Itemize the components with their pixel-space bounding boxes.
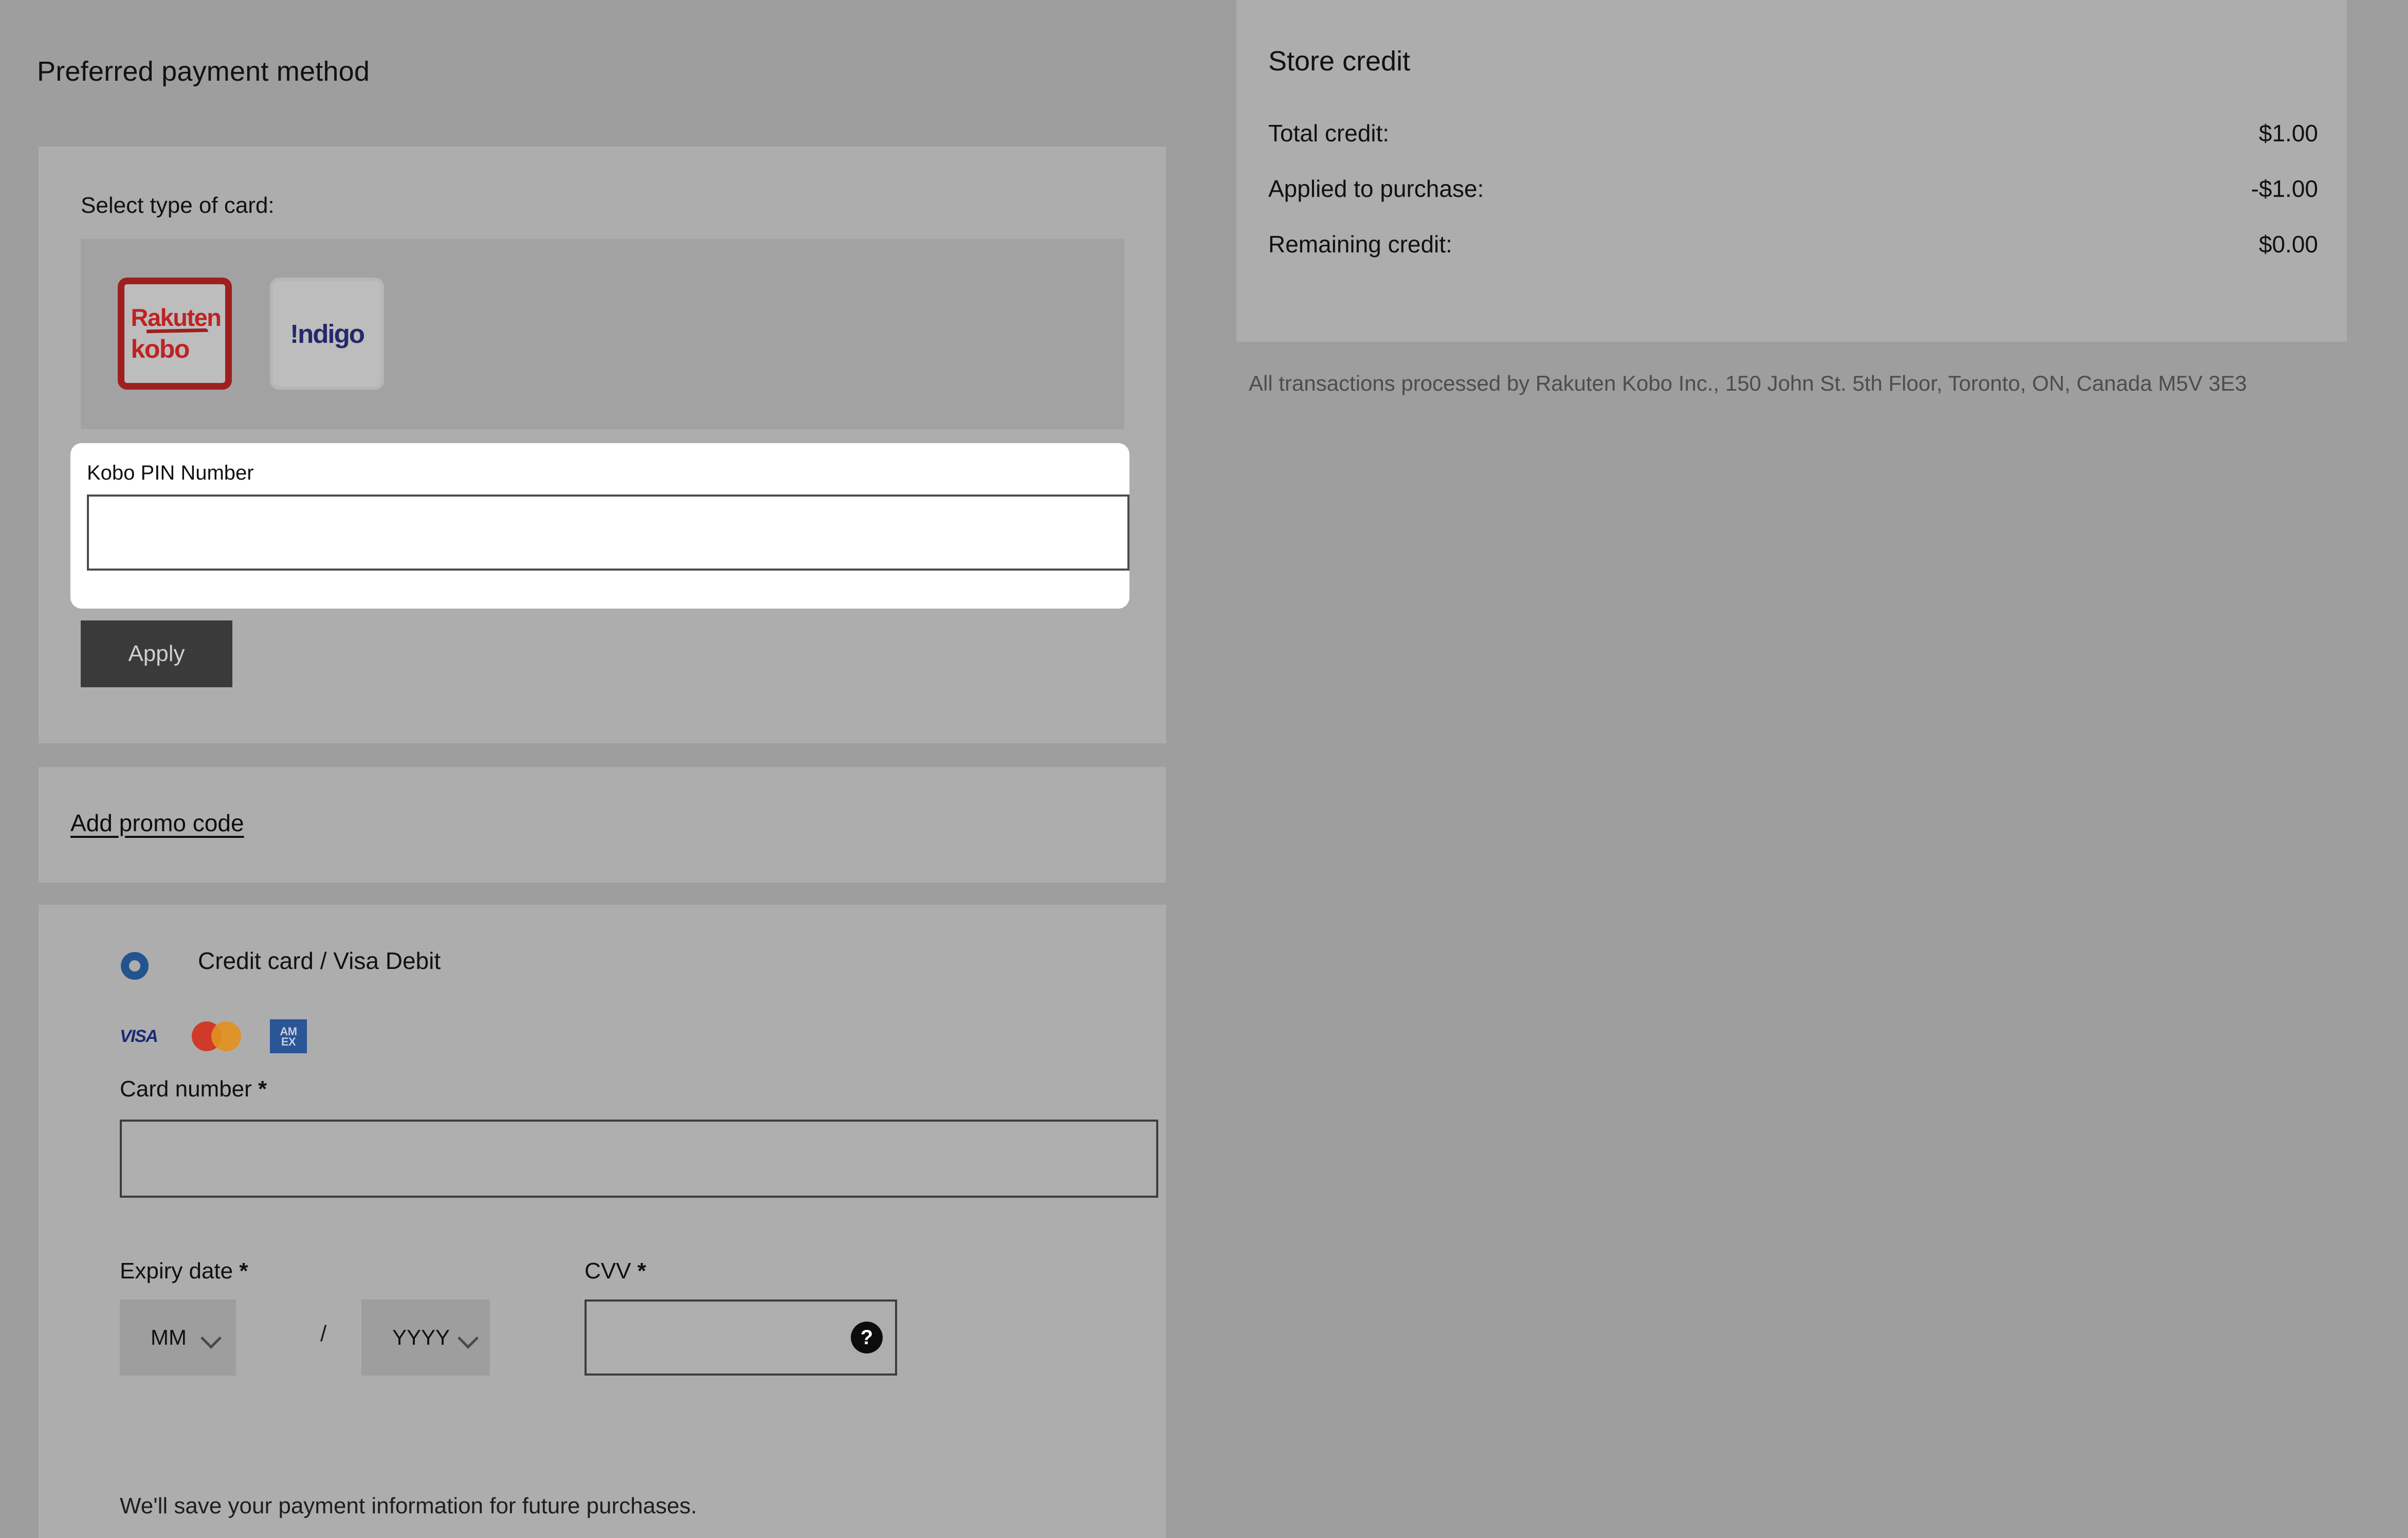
select-card-type-label: Select type of card: xyxy=(81,193,275,218)
card-number-required-mark: * xyxy=(258,1076,267,1102)
kobo-pin-input[interactable] xyxy=(87,495,1129,571)
store-credit-row-applied-value: -$1.00 xyxy=(2251,175,2318,202)
chevron-down-icon xyxy=(202,1329,220,1346)
store-credit-row-remaining: Remaining credit: $0.00 xyxy=(1268,229,2318,259)
rakuten-kobo-logo-line1: Rakuten xyxy=(131,304,222,332)
card-option-indigo[interactable]: !ndigo xyxy=(270,278,384,390)
expiry-date-required-mark: * xyxy=(239,1258,248,1284)
expiry-year-select[interactable]: YYYY xyxy=(361,1299,490,1376)
rakuten-kobo-logo: Rakuten kobo xyxy=(129,304,222,363)
cvv-required-mark: * xyxy=(637,1258,646,1284)
card-number-input[interactable] xyxy=(120,1120,1158,1198)
credit-card-radio[interactable] xyxy=(121,952,149,980)
expiry-separator: / xyxy=(320,1321,327,1346)
promo-code-section: Add promo code xyxy=(39,767,1166,883)
card-option-rakuten-kobo[interactable]: Rakuten kobo xyxy=(118,278,232,390)
store-credit-row-total: Total credit: $1.00 xyxy=(1268,118,2318,148)
cvv-label: CVV * xyxy=(585,1258,646,1284)
cvv-label-text: CVV xyxy=(585,1258,631,1284)
credit-card-section: Credit card / Visa Debit VISA AM EX Card… xyxy=(39,905,1166,1538)
expiry-month-value: MM xyxy=(151,1325,187,1349)
help-circle-icon[interactable]: ? xyxy=(851,1322,883,1353)
card-type-section: Select type of card: Rakuten kobo !ndigo… xyxy=(39,147,1166,743)
store-credit-row-total-value: $1.00 xyxy=(2258,120,2318,147)
indigo-logo: !ndigo xyxy=(290,319,365,349)
amex-icon: AM EX xyxy=(270,1019,307,1053)
card-number-label-text: Card number xyxy=(120,1076,252,1102)
add-promo-code-link[interactable]: Add promo code xyxy=(70,809,244,837)
expiry-year-value: YYYY xyxy=(392,1325,450,1349)
legal-disclaimer: All transactions processed by Rakuten Ko… xyxy=(1249,371,2247,395)
kobo-pin-focus-wrapper: Kobo PIN Number xyxy=(70,443,1129,609)
order-summary-column: Store credit Total credit: $1.00 Applied… xyxy=(1236,0,2408,1538)
mastercard-icon xyxy=(192,1019,241,1053)
expiry-date-label-text: Expiry date xyxy=(120,1258,233,1284)
store-credit-row-remaining-label: Remaining credit: xyxy=(1268,231,1452,258)
save-payment-info-note: We'll save your payment information for … xyxy=(120,1493,697,1518)
store-credit-row-remaining-value: $0.00 xyxy=(2258,231,2318,258)
store-credit-panel: Store credit Total credit: $1.00 Applied… xyxy=(1236,0,2347,342)
card-brand-chooser: Rakuten kobo !ndigo xyxy=(81,239,1124,429)
page-title: Preferred payment method xyxy=(37,56,370,87)
visa-icon: VISA xyxy=(120,1019,158,1053)
cvv-field-wrapper[interactable]: ? xyxy=(585,1299,897,1376)
kobo-pin-label: Kobo PIN Number xyxy=(87,462,254,484)
expiry-date-label: Expiry date * xyxy=(120,1258,248,1284)
store-credit-row-applied-label: Applied to purchase: xyxy=(1268,175,1484,202)
payment-method-column: Preferred payment method Select type of … xyxy=(0,0,1167,1538)
rakuten-kobo-logo-line2: kobo xyxy=(131,334,190,363)
credit-card-radio-label: Credit card / Visa Debit xyxy=(198,947,441,974)
store-credit-title: Store credit xyxy=(1268,46,1411,77)
checkout-payment-page: Preferred payment method Select type of … xyxy=(0,0,2408,1538)
expiry-month-select[interactable]: MM xyxy=(120,1299,236,1376)
amex-icon-line2: EX xyxy=(281,1035,296,1048)
card-number-label: Card number * xyxy=(120,1076,267,1102)
visa-icon-text: VISA xyxy=(120,1026,158,1046)
apply-button[interactable]: Apply xyxy=(81,620,232,687)
chevron-down-icon xyxy=(459,1329,477,1346)
store-credit-row-applied: Applied to purchase: -$1.00 xyxy=(1268,174,2318,204)
mastercard-icon-right-circle xyxy=(211,1021,241,1051)
store-credit-row-total-label: Total credit: xyxy=(1268,120,1390,147)
